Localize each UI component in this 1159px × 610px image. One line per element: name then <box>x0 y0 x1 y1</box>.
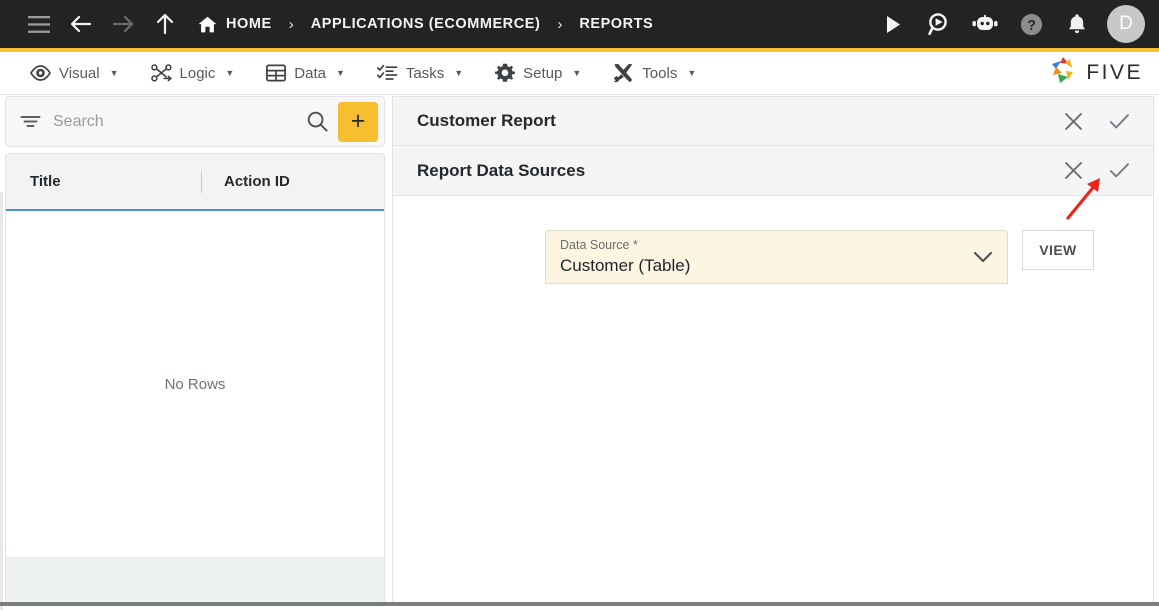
check-icon[interactable] <box>1099 101 1139 141</box>
run-icon[interactable] <box>871 0 915 48</box>
add-button[interactable]: + <box>338 101 378 142</box>
check-icon[interactable] <box>1099 151 1139 191</box>
detail-pane: Customer Report Report Data Sources Data… <box>392 96 1154 604</box>
empty-state-message: No Rows <box>164 375 226 393</box>
chevron-down-icon[interactable] <box>973 251 993 263</box>
breadcrumb-label-home: HOME <box>226 16 272 32</box>
data-source-select[interactable]: Data Source * Customer (Table) <box>545 230 1008 284</box>
brand-logo: FIVE <box>1048 55 1159 91</box>
breadcrumb-label-applications: APPLICATIONS (ECOMMERCE) <box>310 16 541 32</box>
chevron-down-icon: ▼ <box>687 68 697 78</box>
arrow-right-icon <box>102 0 144 48</box>
breadcrumb-item-applications[interactable]: APPLICATIONS (ECOMMERCE) <box>311 16 541 32</box>
data-source-row: Data Source * Customer (Table) VIEW <box>393 230 1153 284</box>
menu-item-tools[interactable]: Tools ▼ <box>597 52 712 95</box>
menu-item-setup[interactable]: Setup ▼ <box>479 52 597 95</box>
panel-title-report-data-sources: Report Data Sources <box>417 160 586 180</box>
column-header-action-id[interactable]: Action ID <box>202 154 384 209</box>
avatar-initial: D <box>1119 13 1133 34</box>
main-menu-bar: Visual ▼ Logic ▼ Data ▼ Tasks ▼ Setup ▼ … <box>0 52 1159 95</box>
panel-actions-customer-report <box>1053 101 1139 141</box>
column-header-title[interactable]: Title <box>6 154 201 209</box>
menu-label-tasks: Tasks <box>405 64 445 82</box>
menu-item-data[interactable]: Data ▼ <box>250 52 361 95</box>
five-pinwheel-logo <box>1048 55 1079 91</box>
avatar[interactable]: D <box>1107 5 1145 43</box>
arrow-up-icon[interactable] <box>144 0 186 48</box>
panel-actions-report-data-sources <box>1053 151 1139 191</box>
view-button[interactable]: VIEW <box>1022 230 1094 270</box>
breadcrumb-label-reports: REPORTS <box>579 16 654 32</box>
menu-item-logic[interactable]: Logic ▼ <box>135 52 251 95</box>
table-grid-icon <box>266 64 287 82</box>
chevron-down-icon: ▼ <box>109 68 119 78</box>
search-run-icon[interactable] <box>917 0 961 48</box>
filter-icon[interactable] <box>20 114 41 129</box>
home-icon <box>198 16 217 33</box>
help-icon[interactable]: ? <box>1009 0 1053 48</box>
checklist-icon <box>376 64 398 82</box>
workspace: + Title Action ID No Rows Customer Repor… <box>0 96 1159 610</box>
magnifier-icon[interactable] <box>297 111 338 132</box>
workspace-right-edge <box>1155 192 1159 610</box>
menu-item-visual[interactable]: Visual ▼ <box>14 52 135 95</box>
panel-body-report-data-sources: Data Source * Customer (Table) VIEW <box>392 196 1154 604</box>
window-bottom-edge <box>0 602 1159 606</box>
records-grid: Title Action ID No Rows <box>5 153 385 604</box>
gear-icon <box>495 63 516 83</box>
grid-header-row: Title Action ID <box>6 154 384 211</box>
eye-icon <box>30 65 51 81</box>
svg-text:?: ? <box>1027 18 1036 34</box>
search-bar: + <box>5 96 385 147</box>
hamburger-icon[interactable] <box>18 0 60 48</box>
sidebar-panel: + Title Action ID No Rows <box>5 96 385 604</box>
panel-header-report-data-sources: Report Data Sources <box>392 146 1154 196</box>
search-input[interactable] <box>53 112 297 131</box>
robot-chat-icon[interactable] <box>963 0 1007 48</box>
menu-label-tools: Tools <box>642 64 678 82</box>
breadcrumb-item-reports[interactable]: REPORTS <box>579 16 653 32</box>
breadcrumb-item-home[interactable]: HOME <box>198 16 272 33</box>
menu-label-data: Data <box>294 64 326 82</box>
data-source-value: Customer (Table) <box>560 256 691 275</box>
arrow-left-icon[interactable] <box>60 0 102 48</box>
close-x-icon[interactable] <box>1053 151 1093 191</box>
breadcrumb-separator-1: › <box>288 15 294 33</box>
add-button-label: + <box>350 107 366 135</box>
workspace-left-edge <box>0 192 3 610</box>
menu-item-tasks[interactable]: Tasks ▼ <box>361 52 479 95</box>
brand-word: FIVE <box>1086 61 1143 84</box>
top-navigation-bar: HOME › APPLICATIONS (ECOMMERCE) › REPORT… <box>0 0 1159 48</box>
logic-nodes-icon <box>150 64 172 82</box>
chevron-down-icon: ▼ <box>454 68 464 78</box>
bell-icon[interactable] <box>1055 0 1099 48</box>
chevron-down-icon: ▼ <box>225 68 235 78</box>
breadcrumb-separator-2: › <box>557 15 563 33</box>
top-nav-left-group: HOME › APPLICATIONS (ECOMMERCE) › REPORT… <box>18 0 653 48</box>
menu-label-setup: Setup <box>523 64 563 82</box>
tools-cross-icon <box>613 63 634 83</box>
top-nav-right-group: ? D <box>871 0 1145 48</box>
panel-title-customer-report: Customer Report <box>417 111 556 130</box>
close-x-icon[interactable] <box>1053 101 1093 141</box>
panel-header-customer-report: Customer Report <box>392 96 1154 146</box>
menu-label-logic: Logic <box>179 64 216 82</box>
chevron-down-icon: ▼ <box>335 68 345 78</box>
data-source-label: Data Source * <box>560 238 638 252</box>
grid-footer <box>6 557 384 603</box>
application-window: HOME › APPLICATIONS (ECOMMERCE) › REPORT… <box>0 0 1159 610</box>
chevron-down-icon: ▼ <box>572 68 582 78</box>
grid-body: No Rows <box>6 211 384 557</box>
menu-label-visual: Visual <box>59 64 100 82</box>
